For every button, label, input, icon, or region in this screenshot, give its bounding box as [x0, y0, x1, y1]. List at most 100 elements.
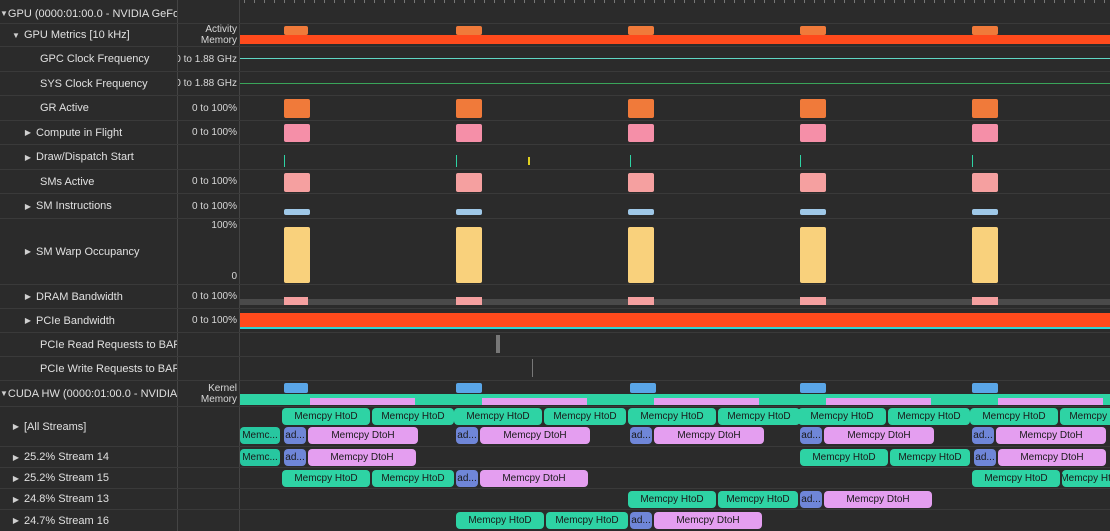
expand-arrow-icon[interactable]: ▶	[8, 516, 24, 525]
memcpy-htod-block[interactable]: Memcpy HtoD	[282, 470, 370, 487]
memcpy-htod-block[interactable]: Memcpy HtoD	[718, 408, 800, 425]
memcpy-htod-block[interactable]: Memcpy HtoD	[718, 491, 798, 508]
expand-arrow-icon[interactable]: ▶	[20, 316, 36, 325]
gr-active-track[interactable]	[240, 96, 1110, 120]
cuda-hw-track[interactable]	[240, 381, 1110, 406]
memcpy-block[interactable]: Memc...	[240, 449, 280, 466]
memcpy-dtoh-block[interactable]: Memcpy DtoH	[824, 427, 934, 444]
compute-in-flight-row[interactable]: ▶ Compute in Flight 0 to 100%	[0, 121, 1110, 145]
stream-13-row[interactable]: ▶ 24.8% Stream 13 Memcpy HtoD Memcpy HtoD…	[0, 489, 1110, 510]
dram-bandwidth-row[interactable]: ▶ DRAM Bandwidth 0 to 100%	[0, 285, 1110, 309]
memcpy-htod-block[interactable]: Memcpy HtoD	[628, 491, 716, 508]
draw-dispatch-label[interactable]: ▶ Draw/Dispatch Start	[0, 145, 177, 169]
memcpy-htod-block[interactable]: Memcpy HtoD	[546, 512, 628, 529]
draw-dispatch-row[interactable]: ▶ Draw/Dispatch Start	[0, 145, 1110, 170]
compute-in-flight-label[interactable]: ▶ Compute in Flight	[0, 121, 177, 144]
memcpy-dtoh-block[interactable]: Memcpy DtoH	[824, 491, 932, 508]
expand-arrow-icon[interactable]: ▶	[8, 474, 24, 483]
stream-14-track[interactable]: Memc... ad... Memcpy DtoH Memcpy HtoD Memcpy…	[240, 447, 1110, 467]
memcpy-htod-block[interactable]: Memcpy HtoD	[1060, 408, 1110, 425]
gpc-clock-track[interactable]	[240, 47, 1110, 71]
sm-instructions-track[interactable]	[240, 194, 1110, 218]
gpu-metrics-row[interactable]: ▼ GPU Metrics [10 kHz] Activity Memory	[0, 24, 1110, 47]
kernel-block[interactable]: ad...	[456, 427, 478, 444]
memcpy-htod-block[interactable]: Memcpy HtoD	[372, 470, 454, 487]
gpu-header-label[interactable]: ▼ GPU (0000:01:00.0 - NVIDIA GeFor	[0, 4, 177, 23]
collapse-arrow-icon[interactable]: ▼	[0, 389, 8, 398]
expand-arrow-icon[interactable]: ▶	[8, 422, 24, 431]
kernel-block[interactable]: ad...	[284, 449, 306, 466]
memcpy-htod-block[interactable]: Memcpy HtoD	[628, 408, 716, 425]
sm-instructions-label[interactable]: ▶ SM Instructions	[0, 194, 177, 218]
sys-clock-row[interactable]: SYS Clock Frequency 0 to 1.88 GHz	[0, 72, 1110, 96]
pcie-write-row[interactable]: PCIe Write Requests to BAR1	[0, 357, 1110, 381]
pcie-write-track[interactable]	[240, 357, 1110, 380]
sms-active-row[interactable]: SMs Active 0 to 100%	[0, 170, 1110, 194]
expand-arrow-icon[interactable]: ▶	[20, 247, 36, 256]
pcie-read-track[interactable]	[240, 333, 1110, 356]
pcie-read-row[interactable]: PCIe Read Requests to BAR1	[0, 333, 1110, 357]
stream-13-label[interactable]: ▶ 24.8% Stream 13	[0, 489, 177, 509]
compute-track[interactable]	[240, 121, 1110, 144]
all-streams-row[interactable]: ▶ [All Streams] Memcpy HtoD Memcpy HtoD ad…	[0, 407, 1110, 447]
memcpy-dtoh-block[interactable]: Memcpy DtoH	[996, 427, 1106, 444]
memcpy-dtoh-block[interactable]: Memcpy DtoH	[308, 449, 416, 466]
pcie-track[interactable]	[240, 309, 1110, 332]
sm-warp-track[interactable]	[240, 219, 1110, 284]
kernel-block[interactable]: ad...	[800, 427, 822, 444]
collapse-arrow-icon[interactable]: ▼	[0, 9, 8, 18]
kernel-block[interactable]: ad...	[630, 427, 652, 444]
cuda-hw-label[interactable]: ▼ CUDA HW (0000:01:00.0 - NVIDIA (	[0, 381, 177, 406]
expand-arrow-icon[interactable]: ▶	[8, 495, 24, 504]
expand-arrow-icon[interactable]: ▶	[20, 202, 36, 211]
cuda-hw-row[interactable]: ▼ CUDA HW (0000:01:00.0 - NVIDIA ( Kerne…	[0, 381, 1110, 407]
expand-arrow-icon[interactable]: ▶	[8, 453, 24, 462]
dram-label[interactable]: ▶ DRAM Bandwidth	[0, 285, 177, 308]
memcpy-htod-block[interactable]: Memcpy HtoD	[970, 408, 1058, 425]
memcpy-htod-block[interactable]: Memcpy HtoD	[282, 408, 370, 425]
gpu-metrics-label[interactable]: ▼ GPU Metrics [10 kHz]	[0, 24, 177, 46]
memcpy-dtoh-block[interactable]: Memcpy DtoH	[998, 449, 1106, 466]
memcpy-htod-block[interactable]: Memcpy HtoD	[456, 512, 544, 529]
pcie-label[interactable]: ▶ PCIe Bandwidth	[0, 309, 177, 332]
memcpy-dtoh-block[interactable]: Memcpy DtoH	[654, 427, 764, 444]
gpu-header-row[interactable]: ▼ GPU (0000:01:00.0 - NVIDIA GeFor	[0, 4, 1110, 24]
stream-16-row[interactable]: ▶ 24.7% Stream 16 Memcpy HtoD Memcpy HtoD…	[0, 510, 1110, 531]
memcpy-htod-block[interactable]: Memcpy HtoD	[890, 449, 970, 466]
sm-instructions-row[interactable]: ▶ SM Instructions 0 to 100%	[0, 194, 1110, 219]
gr-active-row[interactable]: GR Active 0 to 100%	[0, 96, 1110, 121]
kernel-block[interactable]: ad...	[800, 491, 822, 508]
memcpy-dtoh-block[interactable]: Memcpy DtoH	[480, 470, 588, 487]
stream-15-track[interactable]: Memcpy HtoD Memcpy HtoD ad... Memcpy DtoH Me…	[240, 468, 1110, 488]
memcpy-htod-block[interactable]: Memcpy HtoD	[888, 408, 970, 425]
memcpy-htod-block[interactable]: Memcpy HtoD	[1062, 470, 1110, 487]
memcpy-block[interactable]: Memc...	[240, 427, 280, 444]
expand-arrow-icon[interactable]: ▶	[20, 128, 36, 137]
kernel-block[interactable]: ad...	[456, 470, 478, 487]
expand-arrow-icon[interactable]: ▶	[20, 153, 36, 162]
sys-clock-track[interactable]	[240, 72, 1110, 95]
memcpy-htod-block[interactable]: Memcpy HtoD	[972, 470, 1060, 487]
memcpy-dtoh-block[interactable]: Memcpy DtoH	[308, 427, 418, 444]
expand-arrow-icon[interactable]: ▶	[20, 292, 36, 301]
gpc-clock-row[interactable]: GPC Clock Frequency 0 to 1.88 GHz	[0, 47, 1110, 72]
stream-14-row[interactable]: ▶ 25.2% Stream 14 Memc... ad... Memcpy Dto…	[0, 447, 1110, 468]
pcie-bandwidth-row[interactable]: ▶ PCIe Bandwidth 0 to 100%	[0, 309, 1110, 333]
memcpy-htod-block[interactable]: Memcpy HtoD	[800, 449, 888, 466]
sm-warp-occupancy-row[interactable]: ▶ SM Warp Occupancy 100% 0	[0, 219, 1110, 285]
stream-15-row[interactable]: ▶ 25.2% Stream 15 Memcpy HtoD Memcpy HtoD…	[0, 468, 1110, 489]
memcpy-dtoh-block[interactable]: Memcpy DtoH	[480, 427, 590, 444]
all-streams-track[interactable]: Memcpy HtoD Memcpy HtoD ad... Memcpy DtoH Me…	[240, 407, 1110, 446]
draw-dispatch-track[interactable]	[240, 145, 1110, 169]
memcpy-htod-block[interactable]: Memcpy HtoD	[372, 408, 454, 425]
dram-track[interactable]	[240, 285, 1110, 308]
kernel-block[interactable]: ad...	[974, 449, 996, 466]
stream-16-track[interactable]: Memcpy HtoD Memcpy HtoD ad... Memcpy DtoH	[240, 510, 1110, 531]
memcpy-htod-block[interactable]: Memcpy HtoD	[454, 408, 542, 425]
stream-16-label[interactable]: ▶ 24.7% Stream 16	[0, 510, 177, 531]
sm-warp-label[interactable]: ▶ SM Warp Occupancy	[0, 219, 177, 284]
memcpy-dtoh-block[interactable]: Memcpy DtoH	[654, 512, 762, 529]
stream-15-label[interactable]: ▶ 25.2% Stream 15	[0, 468, 177, 488]
memcpy-htod-block[interactable]: Memcpy HtoD	[798, 408, 886, 425]
collapse-arrow-icon[interactable]: ▼	[8, 31, 24, 40]
